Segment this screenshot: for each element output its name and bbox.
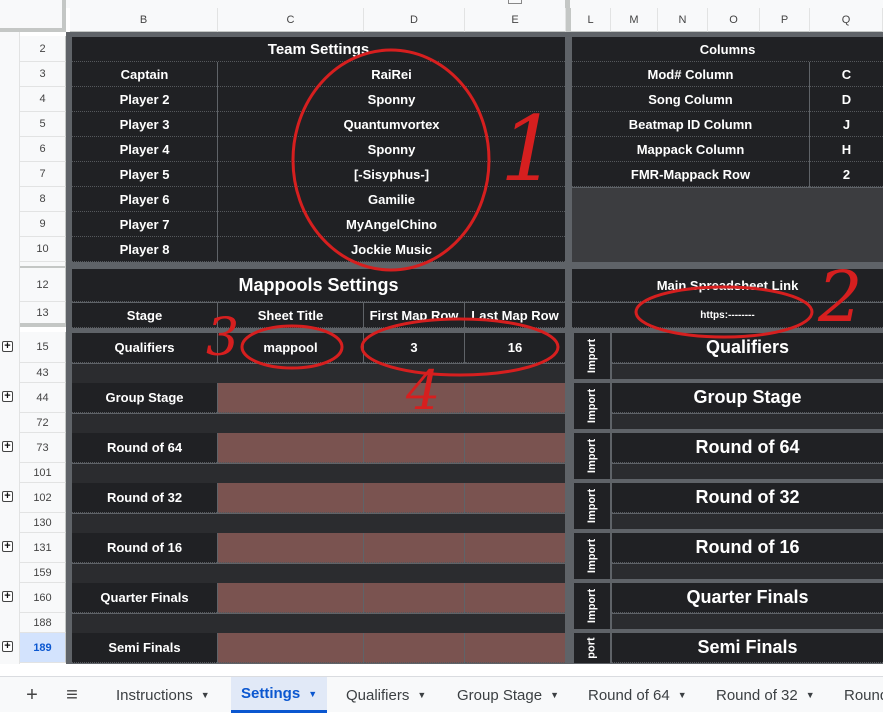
annotation-overlay	[240, 48, 814, 377]
tab-group-stage[interactable]: Group Stage ▼	[447, 677, 569, 713]
sheet-tab-bar: + ≡ Instructions ▼ Settings ▼ Qualifiers ▼ …	[0, 676, 883, 713]
tab-round-of-32[interactable]: Round of 32 ▼	[706, 677, 825, 713]
tab-settings[interactable]: Settings ▼	[231, 677, 328, 713]
caret-down-icon[interactable]: ▼	[806, 690, 815, 700]
tab-round-truncated[interactable]: Round	[834, 677, 883, 713]
annotation-circle-sheet-title	[240, 324, 344, 370]
caret-down-icon[interactable]: ▼	[678, 690, 687, 700]
caret-down-icon[interactable]: ▼	[201, 690, 210, 700]
caret-down-icon[interactable]: ▼	[550, 690, 559, 700]
add-sheet-icon[interactable]: +	[14, 677, 50, 713]
annotation-number-4: 4	[406, 359, 441, 422]
annotation-number-3: 3	[206, 308, 240, 368]
all-sheets-menu-icon[interactable]: ≡	[54, 677, 90, 713]
annotation-circle-team-names	[291, 48, 491, 272]
annotation-number-2: 2	[818, 256, 863, 338]
tab-qualifiers[interactable]: Qualifiers ▼	[336, 677, 436, 713]
annotation-number-1: 1	[500, 97, 558, 202]
annotation-circle-map-rows	[360, 317, 560, 377]
tab-instructions[interactable]: Instructions ▼	[106, 677, 220, 713]
caret-down-icon[interactable]: ▼	[308, 689, 317, 699]
tab-round-of-64[interactable]: Round of 64 ▼	[578, 677, 697, 713]
annotation-circle-link	[634, 285, 814, 339]
caret-down-icon[interactable]: ▼	[417, 690, 426, 700]
